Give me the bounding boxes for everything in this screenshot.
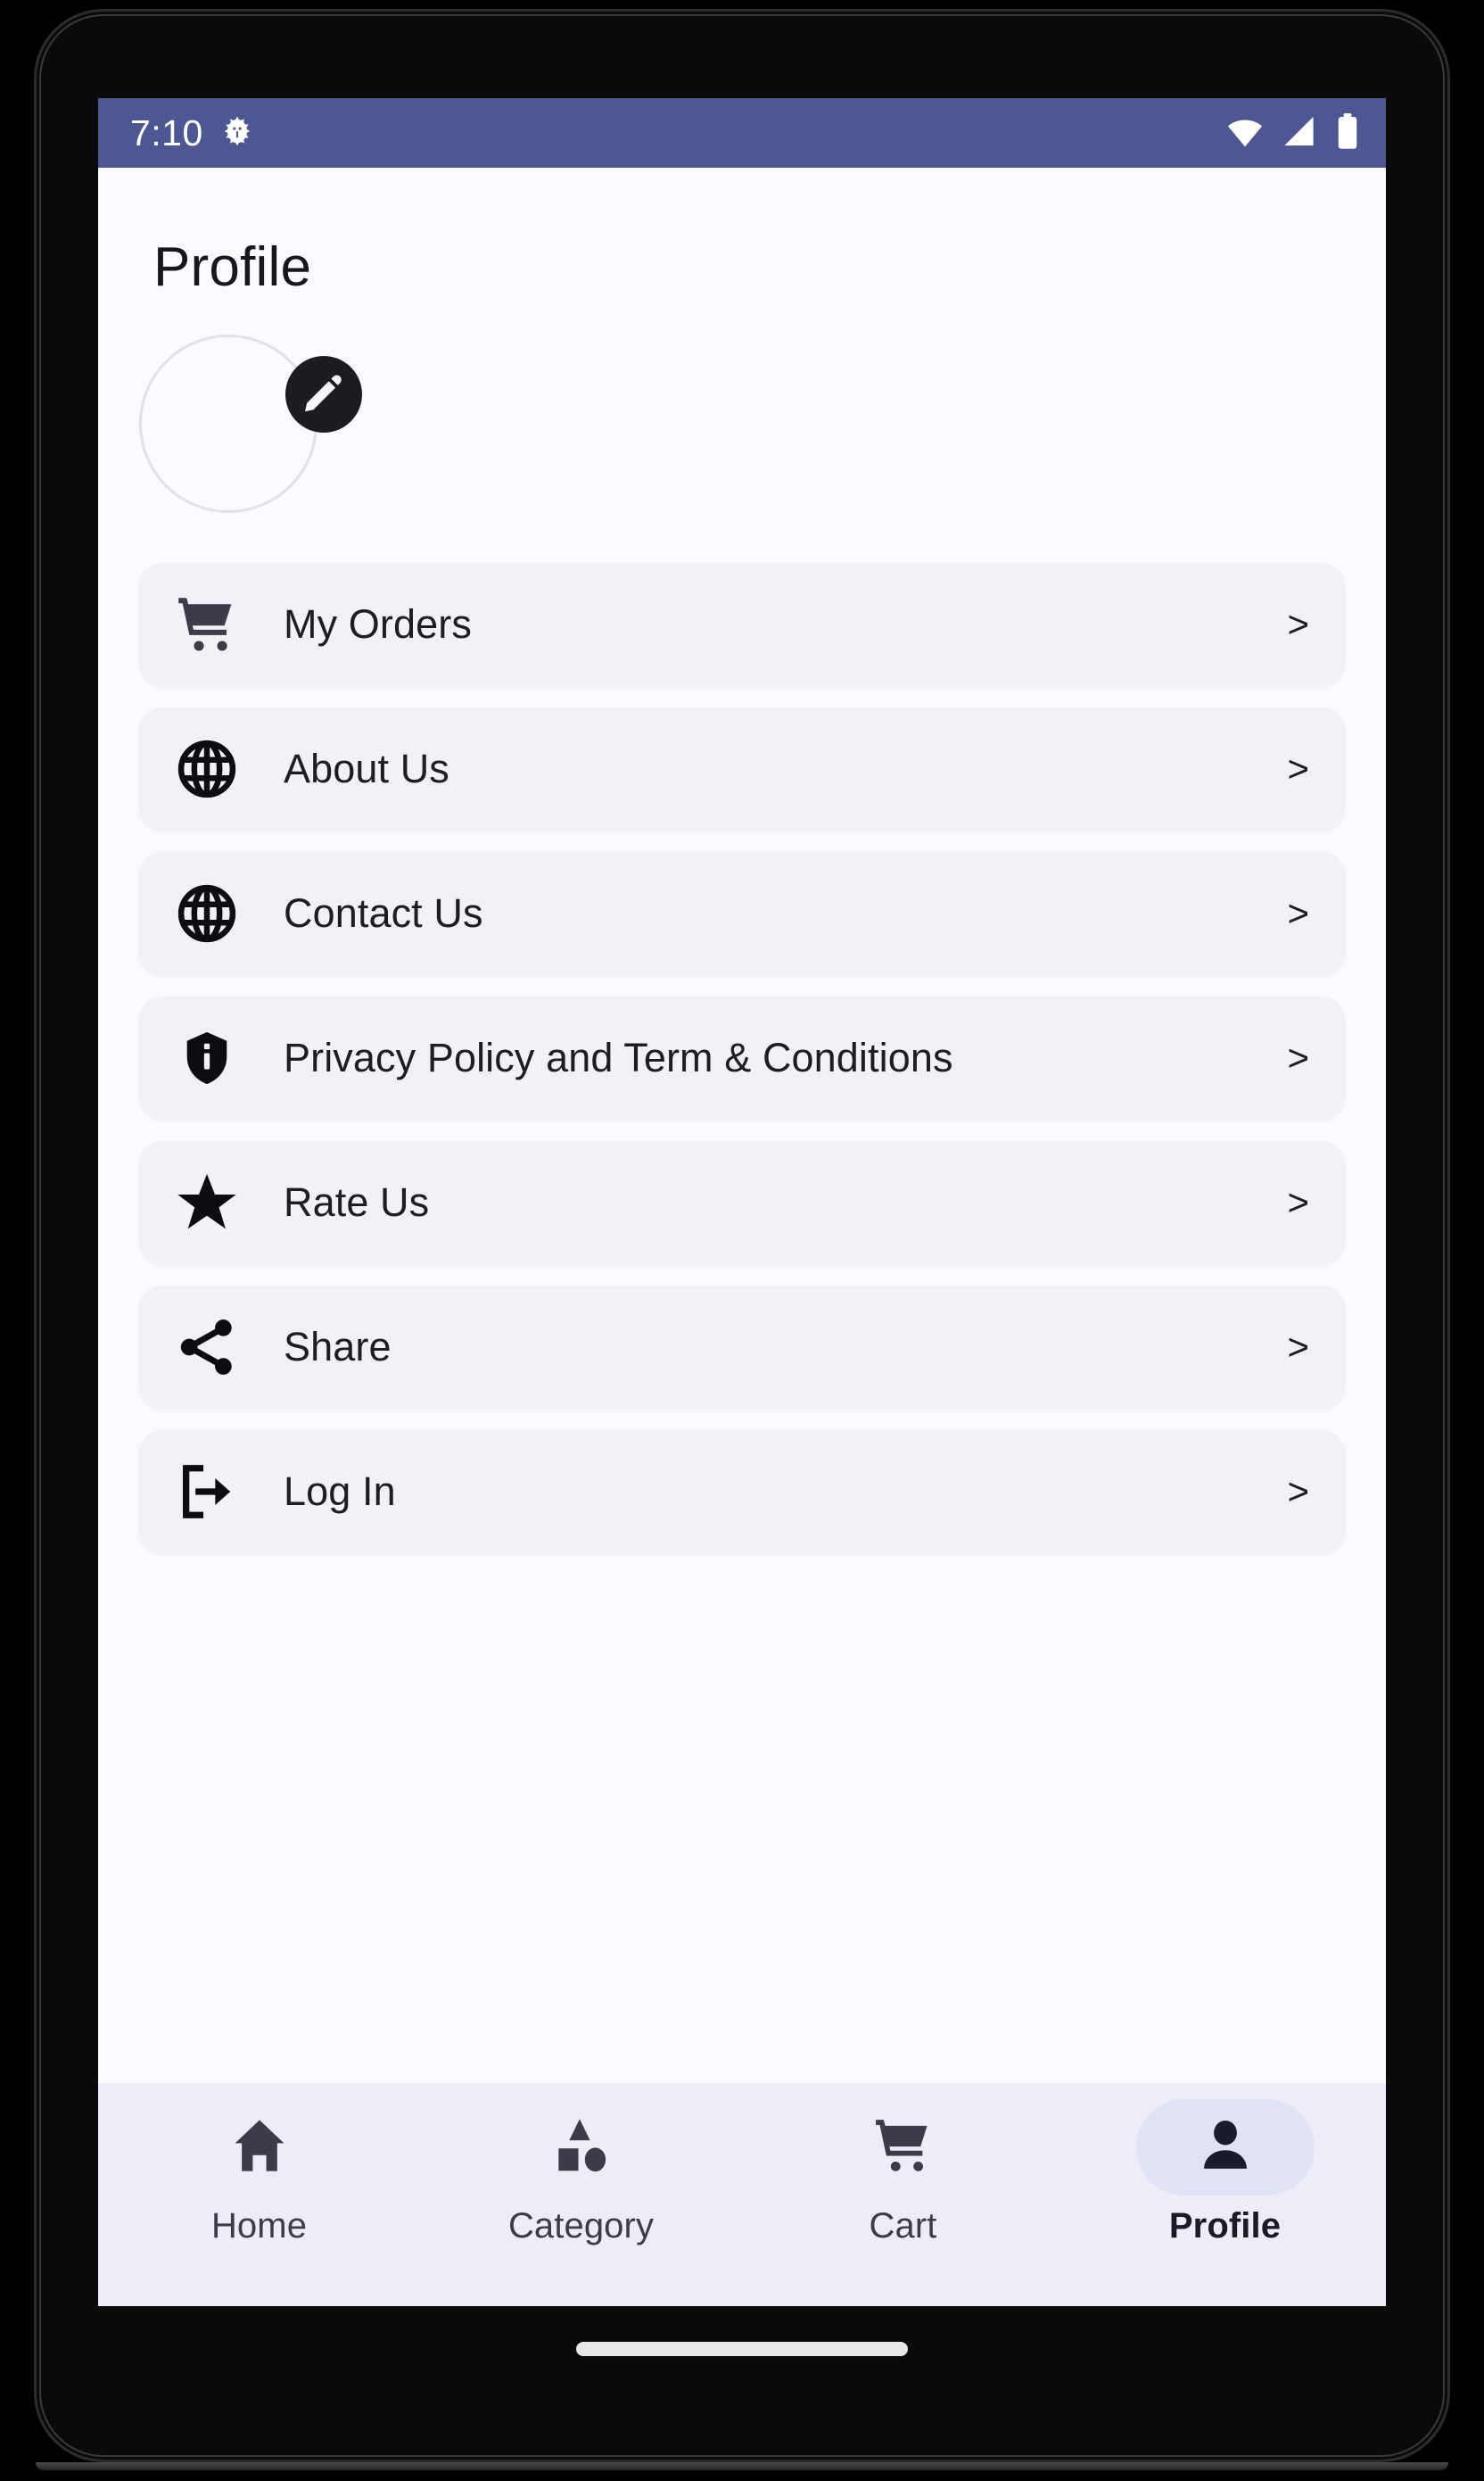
nav-item-cart[interactable]: Cart	[770, 2099, 1037, 2246]
menu-item-contact-us[interactable]: Contact Us >	[139, 852, 1345, 975]
avatar-section	[98, 324, 1386, 545]
status-bar: 7:10	[98, 98, 1386, 168]
menu-item-privacy-policy[interactable]: Privacy Policy and Term & Conditions >	[139, 997, 1345, 1120]
nav-label-cart: Cart	[869, 2206, 937, 2245]
bottom-navigation-bar: Home Category Cart Profile	[98, 2083, 1386, 2306]
shapes-icon	[550, 2114, 613, 2181]
shopping-cart-icon	[173, 592, 241, 657]
chevron-right-icon: >	[1287, 1326, 1309, 1368]
menu-item-label: Rate Us	[284, 1179, 430, 1225]
chevron-right-icon: >	[1287, 748, 1309, 790]
menu-item-label: About Us	[284, 746, 449, 791]
star-icon	[173, 1170, 241, 1235]
profile-menu-list: My Orders > About Us > Contact Us > Priv…	[98, 545, 1386, 1553]
gesture-home-indicator[interactable]	[576, 2342, 908, 2356]
chevron-right-icon: >	[1287, 892, 1309, 934]
menu-item-my-orders[interactable]: My Orders >	[139, 563, 1345, 686]
nav-item-profile[interactable]: Profile	[1092, 2099, 1359, 2246]
nav-label-profile: Profile	[1168, 2206, 1282, 2245]
app-body: Profile My Orders > About Us > Contact U…	[98, 168, 1386, 2306]
menu-item-label: Share	[284, 1324, 392, 1369]
nav-pill-home	[170, 2099, 349, 2196]
status-bar-left: 7:10	[130, 113, 255, 153]
bug-icon	[219, 113, 255, 153]
avatar[interactable]	[139, 335, 317, 513]
logout-icon	[173, 1460, 241, 1523]
profile-content: Profile My Orders > About Us > Contact U…	[98, 168, 1386, 2083]
battery-icon	[1334, 112, 1361, 155]
device-bottom-rim	[36, 2462, 1448, 2470]
shopping-cart-icon	[872, 2114, 935, 2181]
menu-item-rate-us[interactable]: Rate Us >	[139, 1141, 1345, 1264]
nav-item-home[interactable]: Home	[126, 2099, 393, 2246]
menu-item-label: Contact Us	[284, 890, 483, 936]
nav-label-category: Category	[507, 2206, 655, 2245]
page-title: Profile	[153, 236, 312, 298]
cellular-signal-icon	[1280, 112, 1319, 155]
status-bar-clock: 7:10	[130, 112, 203, 153]
menu-item-share[interactable]: Share >	[139, 1286, 1345, 1409]
menu-item-label: My Orders	[284, 601, 472, 647]
pencil-icon	[300, 368, 348, 421]
status-bar-right	[1225, 112, 1361, 155]
avatar-edit-button[interactable]	[285, 356, 362, 433]
nav-pill-profile	[1135, 2099, 1315, 2196]
wifi-icon	[1225, 112, 1265, 155]
shield-info-icon	[173, 1029, 241, 1088]
menu-item-label: Log In	[284, 1468, 396, 1514]
chevron-right-icon: >	[1287, 1470, 1309, 1512]
chevron-right-icon: >	[1287, 1181, 1309, 1223]
nav-pill-cart	[814, 2099, 993, 2196]
person-icon	[1196, 2116, 1255, 2179]
menu-item-about-us[interactable]: About Us >	[139, 707, 1345, 831]
menu-item-log-in[interactable]: Log In >	[139, 1430, 1345, 1553]
nav-pill-category	[492, 2099, 671, 2196]
nav-label-home: Home	[210, 2206, 308, 2245]
phone-screen: 7:10 Profile My Orders > About Us > Cont…	[98, 98, 1386, 2306]
globe-icon	[173, 883, 241, 944]
home-icon	[228, 2114, 291, 2181]
device-frame: 7:10 Profile My Orders > About Us > Cont…	[0, 0, 1484, 2481]
nav-item-category[interactable]: Category	[448, 2099, 715, 2246]
share-nodes-icon	[173, 1316, 241, 1378]
chevron-right-icon: >	[1287, 1037, 1309, 1079]
menu-item-label: Privacy Policy and Term & Conditions	[284, 1035, 953, 1080]
chevron-right-icon: >	[1287, 603, 1309, 645]
globe-icon	[173, 739, 241, 799]
